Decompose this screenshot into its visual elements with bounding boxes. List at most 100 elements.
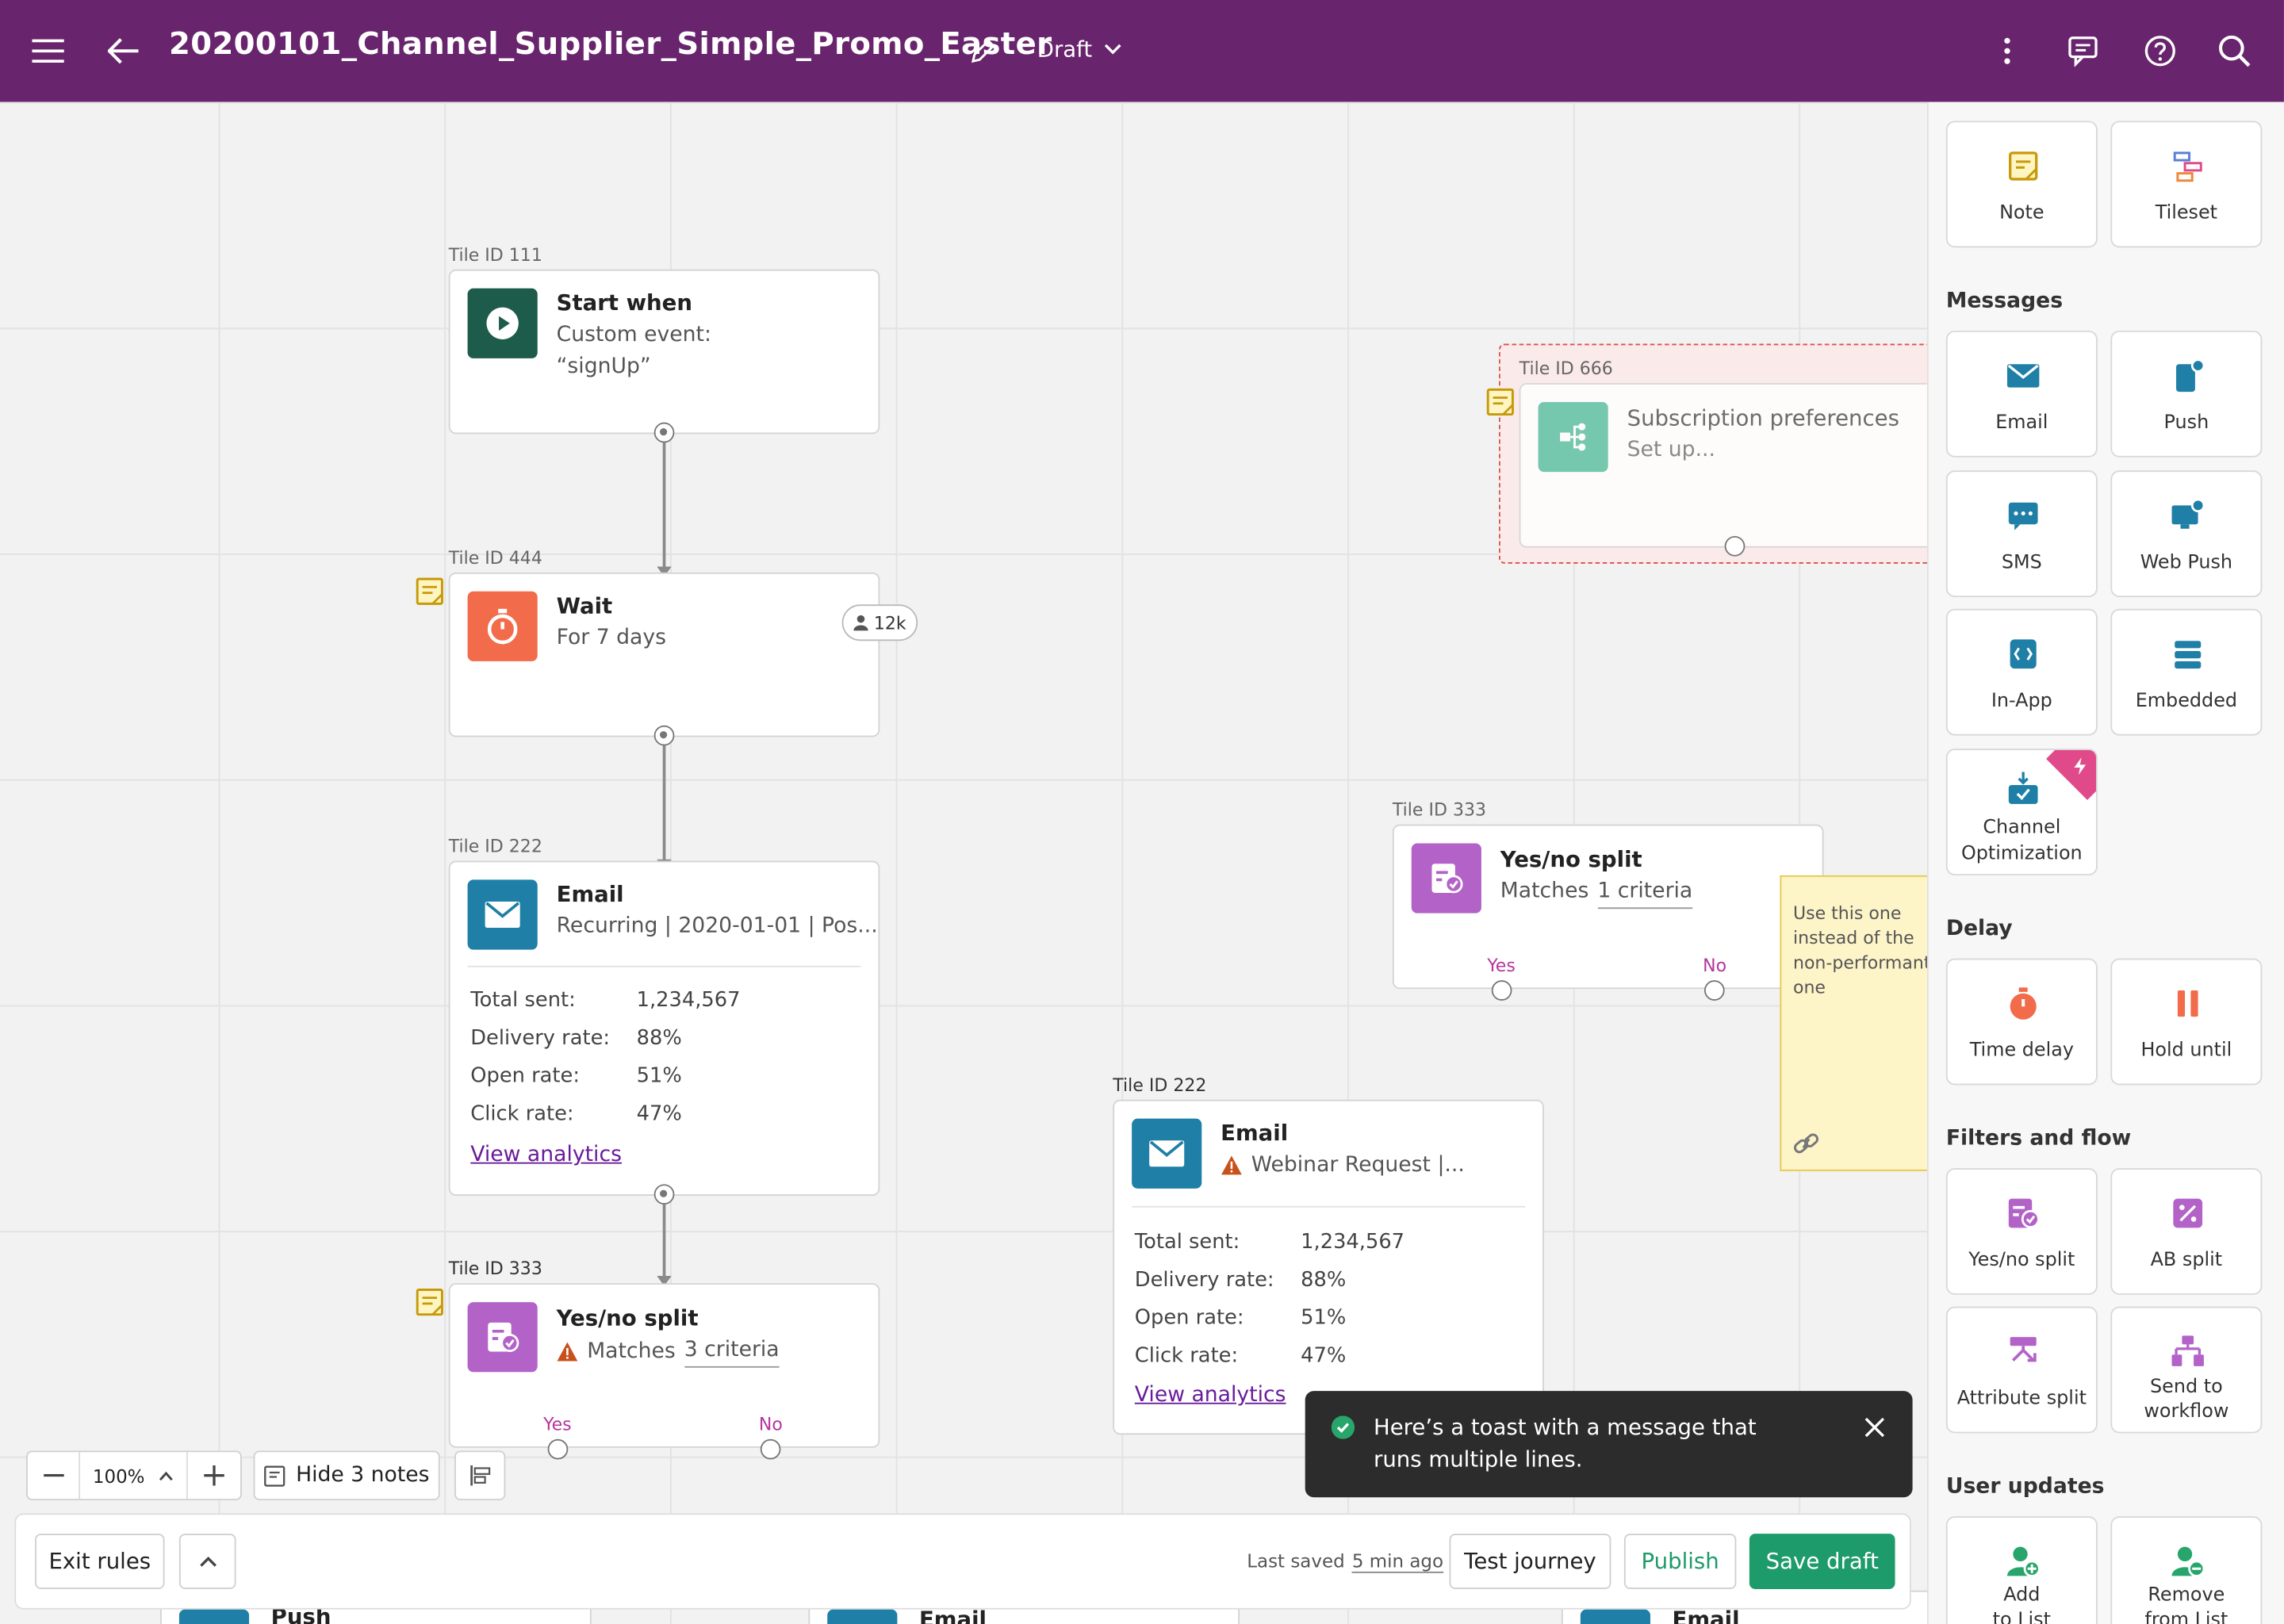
tile-title: Email	[1221, 1120, 1289, 1147]
search-icon[interactable]	[2216, 32, 2254, 70]
note-icon[interactable]	[1485, 388, 1515, 417]
stopwatch-icon	[2010, 987, 2037, 1020]
lightning-badge	[2046, 749, 2097, 800]
stat-label: Delivery rate:	[1134, 1268, 1274, 1293]
push-icon	[2176, 358, 2205, 393]
stat-label: Total sent:	[470, 989, 576, 1013]
align-button[interactable]	[454, 1450, 506, 1500]
no-connector[interactable]	[1703, 980, 1725, 1001]
close-icon[interactable]	[1864, 1417, 1885, 1438]
output-connector[interactable]	[653, 422, 675, 443]
card-label: Send to	[2150, 1376, 2223, 1399]
note-card[interactable]: Note	[1945, 121, 2098, 248]
last-saved-time[interactable]: 5 min ago	[1351, 1549, 1444, 1573]
sticky-note[interactable]: Use this one instead of the non-performa…	[1780, 875, 1927, 1171]
stat-label: Total sent:	[1134, 1231, 1240, 1254]
output-connector[interactable]	[653, 725, 675, 746]
criteria-prefix: Matches	[587, 1339, 676, 1363]
tile-subtitle: Recurring | 2020-01-01 | Pos...	[556, 914, 878, 938]
push-icon	[178, 1609, 250, 1624]
test-journey-button[interactable]: Test journey	[1449, 1534, 1611, 1589]
warning-icon	[557, 1341, 578, 1361]
pause-icon	[2177, 990, 2198, 1017]
save-draft-button[interactable]: Save draft	[1749, 1534, 1895, 1589]
play-icon	[467, 288, 538, 358]
stat-label: Open rate:	[1134, 1306, 1244, 1330]
note-icon[interactable]	[415, 576, 444, 606]
tile-subtitle: Matches 1 criteria	[1500, 875, 1693, 910]
add-to-list-card[interactable]: Add to List	[1945, 1516, 2098, 1624]
card-label: Channel	[1983, 817, 2061, 839]
in-app-icon	[2010, 639, 2037, 669]
ab-split-card[interactable]: AB split	[2110, 1168, 2263, 1295]
no-connector[interactable]	[760, 1438, 781, 1460]
in-app-card[interactable]: In-App	[1945, 608, 2098, 736]
link-icon[interactable]	[1793, 1133, 1819, 1154]
criteria-link[interactable]: 3 criteria	[684, 1335, 780, 1368]
output-connector[interactable]	[653, 1184, 675, 1205]
yes-no-split-tile[interactable]: Yes/no split Matches 3 criteria Yes No	[448, 1283, 880, 1448]
yes-no-split-tile[interactable]: Yes/no split Matches 1 criteria Yes No	[1392, 824, 1824, 990]
view-analytics-link[interactable]: View analytics	[1135, 1384, 1286, 1407]
tile-subtitle: For 7 days	[556, 626, 666, 650]
email-tile[interactable]: Email Recurring | 2020-01-01 | Pos... To…	[448, 860, 880, 1197]
menu-icon[interactable]	[29, 35, 67, 67]
wait-tile[interactable]: Wait For 7 days	[448, 572, 880, 737]
tileset-card[interactable]: Tileset	[2110, 121, 2263, 248]
expand-button[interactable]	[178, 1534, 236, 1589]
badge-count: 12k	[873, 612, 906, 634]
tile-title: Start when	[556, 289, 692, 316]
criteria-link[interactable]: 1 criteria	[1597, 875, 1693, 910]
zoom-in-button[interactable]	[188, 1452, 240, 1499]
embedded-card[interactable]: Embedded	[2110, 608, 2263, 736]
back-arrow-icon[interactable]	[105, 32, 143, 70]
journey-builder: 20200101_Channel_Supplier_Simple_Promo_E…	[0, 0, 2284, 1624]
yes-connector[interactable]	[547, 1438, 569, 1460]
web-push-icon	[2171, 498, 2205, 529]
push-card[interactable]: Push	[2110, 330, 2263, 458]
publish-button[interactable]: Publish	[1623, 1534, 1737, 1589]
tileset-icon	[2173, 151, 2202, 182]
status-dropdown[interactable]: Draft	[1037, 36, 1121, 63]
card-label: Remove	[2148, 1584, 2225, 1607]
exit-rules-button[interactable]: Exit rules	[35, 1534, 165, 1589]
sms-card[interactable]: SMS	[1945, 470, 2098, 598]
note-icon[interactable]	[415, 1288, 444, 1317]
start-tile[interactable]: Start when Custom event: “signUp”	[448, 269, 880, 435]
remove-from-list-card[interactable]: Remove from List	[2110, 1516, 2263, 1624]
edit-pencil-icon[interactable]	[968, 35, 999, 67]
help-icon[interactable]	[2141, 32, 2179, 70]
hold-until-card[interactable]: Hold until	[2110, 958, 2263, 1086]
view-analytics-link[interactable]: View analytics	[470, 1143, 622, 1166]
time-delay-card[interactable]: Time delay	[1945, 958, 2098, 1086]
top-bar: 20200101_Channel_Supplier_Simple_Promo_E…	[0, 0, 2284, 102]
yes-connector[interactable]	[1491, 980, 1512, 1001]
yes-label: Yes	[1487, 955, 1516, 976]
attribute-split-card[interactable]: Attribute split	[1945, 1306, 2098, 1434]
tile-id-label: Tile ID 444	[448, 547, 542, 569]
journey-title: 20200101_Channel_Supplier_Simple_Promo_E…	[169, 26, 1052, 62]
email-card[interactable]: Email	[1945, 330, 2098, 458]
more-vertical-icon[interactable]	[1993, 35, 2022, 67]
stat-value: 47%	[1301, 1344, 1347, 1368]
web-push-card[interactable]: Web Push	[2110, 470, 2263, 598]
stat-label: Open rate:	[470, 1064, 581, 1089]
tile-id-label: Tile ID 666	[1519, 358, 1613, 379]
send-to-workflow-card[interactable]: Send to workflow	[2110, 1306, 2263, 1434]
footer-bar: Exit rules Last saved 5 min ago Test jou…	[14, 1513, 1911, 1610]
subscription-preferences-tile[interactable]: Subscription preferences Set up...	[1519, 383, 1942, 548]
comments-icon[interactable]	[2065, 32, 2103, 70]
sms-icon	[2008, 502, 2038, 530]
output-connector[interactable]	[1724, 535, 1746, 557]
tile-subtitle: Webinar Request |...	[1221, 1149, 1465, 1181]
workflow-icon	[2171, 1335, 2204, 1366]
yes-no-split-card[interactable]: Yes/no split	[1945, 1168, 2098, 1295]
audience-badge[interactable]: 12k	[841, 604, 918, 642]
channel-optimization-card[interactable]: Channel Optimization	[1945, 749, 2098, 875]
email-tile[interactable]: Email Webinar Request |... Total sent: 1…	[1113, 1099, 1544, 1435]
zoom-level[interactable]: 100%	[80, 1452, 188, 1500]
hide-notes-button[interactable]: Hide 3 notes	[253, 1450, 440, 1500]
zoom-out-button[interactable]	[28, 1452, 81, 1500]
sticky-note-text: Use this one instead of the non-performa…	[1792, 902, 1927, 998]
card-label: Note	[1999, 202, 2044, 224]
